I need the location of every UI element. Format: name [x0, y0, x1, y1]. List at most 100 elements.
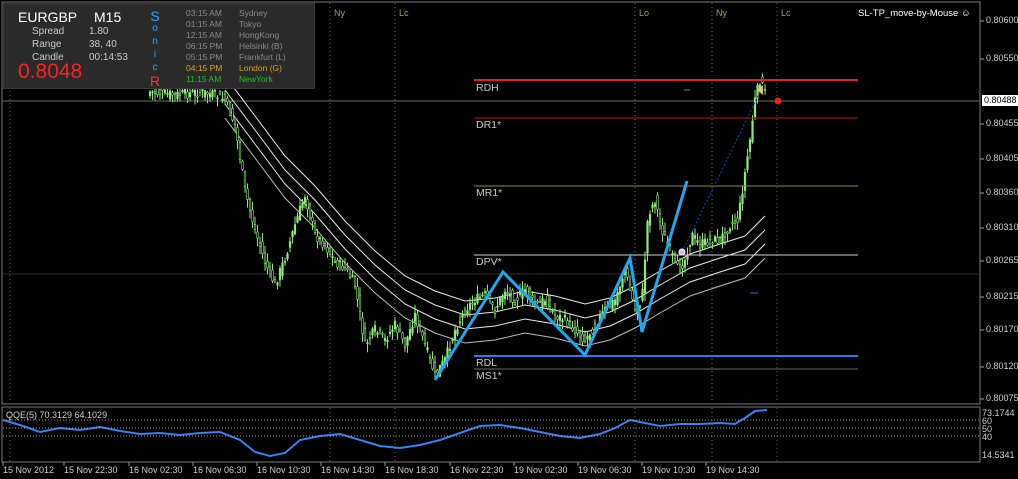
candle-body — [543, 301, 547, 306]
candle-body — [418, 325, 422, 328]
candle-body — [391, 329, 394, 333]
candle-body — [621, 278, 624, 288]
candle-body — [193, 90, 197, 96]
candle-body — [451, 339, 454, 341]
session-time: 01:15 AM — [186, 19, 222, 29]
range-label: Range — [32, 39, 62, 50]
candle-body — [211, 90, 214, 98]
candle-body — [706, 241, 709, 246]
candle-body — [563, 314, 567, 318]
price-tick-label: 0.80405 — [986, 153, 1018, 163]
candle-body — [398, 329, 402, 332]
candle-body — [708, 236, 712, 240]
candle-body — [701, 239, 704, 248]
time-tick-label: 16 Nov 18:30 — [385, 465, 439, 475]
price-tick-label: 0.80310 — [986, 222, 1018, 232]
candle-body — [276, 282, 279, 286]
candle-body — [348, 273, 352, 278]
time-tick-label: 19 Nov 06:30 — [578, 465, 632, 475]
candle-body — [743, 172, 747, 191]
cursor-marker — [678, 248, 686, 256]
zigzag-line — [433, 180, 689, 381]
qqe-label: QQE(5) 70.3129 64.1029 — [6, 410, 108, 420]
candle-body — [166, 92, 169, 95]
candle-body — [628, 283, 632, 291]
session-time: 03:15 AM — [186, 8, 222, 18]
candle-body — [253, 224, 257, 230]
candle-body — [416, 313, 419, 327]
candle-body — [703, 238, 707, 245]
candle-body — [206, 92, 209, 95]
candle-body — [371, 328, 374, 336]
candle-body — [503, 291, 507, 300]
candle-body — [651, 204, 654, 209]
candle-body — [363, 327, 367, 341]
candle-body — [751, 120, 754, 143]
timeframe-label: M15 — [94, 9, 122, 25]
candle-body — [401, 332, 404, 340]
candle-body — [168, 90, 172, 100]
candle-body — [273, 279, 277, 283]
candle-body — [681, 265, 684, 269]
candle-body — [201, 89, 204, 92]
candle-body — [338, 260, 342, 263]
candle-body — [383, 337, 387, 341]
candle-body — [271, 269, 274, 282]
candle-body — [186, 91, 189, 99]
candle-body — [378, 328, 382, 332]
candle-body — [728, 228, 732, 232]
candle-body — [456, 329, 459, 335]
session-time: 11:15 AM — [186, 74, 222, 84]
candle-body — [403, 337, 407, 348]
candle-body — [678, 263, 682, 272]
session-name: Tokyo — [239, 19, 262, 29]
candle-body — [648, 214, 652, 226]
candle-body — [536, 300, 539, 303]
candle-body — [653, 203, 657, 207]
candle-body — [466, 310, 469, 316]
candle-body — [323, 242, 327, 246]
sl-tp-marker — [774, 97, 782, 105]
candle-body — [718, 236, 722, 239]
candle-body — [153, 91, 157, 94]
candle-body — [176, 91, 179, 100]
candle-body — [476, 293, 479, 304]
time-tick-label: 16 Nov 06:30 — [193, 465, 247, 475]
candle-body — [386, 339, 389, 343]
info-panel: EURGBP M15 Spread 1.80 Range 38, 40 Cand… — [3, 3, 315, 89]
candle-body — [171, 92, 174, 96]
candle-body — [178, 93, 182, 96]
session-marker-lo: Lo — [639, 8, 650, 18]
session-marker-ny-2: Ny — [716, 8, 727, 18]
candle-body — [213, 89, 217, 92]
candle-body — [656, 194, 659, 210]
candle-body — [413, 312, 417, 322]
candle-body — [256, 231, 259, 239]
trend-dotted — [681, 91, 761, 253]
candle-body — [746, 156, 749, 170]
candle-body — [246, 188, 249, 200]
spread-value: 1.80 — [89, 26, 109, 37]
candle-body — [343, 262, 347, 268]
candle-body — [396, 326, 399, 334]
candle-body — [511, 289, 514, 303]
price-tick-label: 0.80215 — [986, 291, 1018, 301]
candle-body — [241, 161, 244, 170]
candle-body — [373, 325, 377, 332]
candle-body — [341, 265, 344, 270]
candle-body — [313, 223, 317, 234]
candle-body — [188, 92, 192, 98]
candle-body — [506, 292, 509, 294]
candle-body — [353, 276, 357, 287]
candle-body — [366, 342, 369, 345]
candle-body — [163, 89, 167, 94]
candle-body — [721, 233, 724, 244]
candle-body — [566, 320, 569, 327]
candle-body — [683, 260, 687, 268]
candle-body — [691, 232, 694, 245]
candle-body — [151, 91, 154, 94]
candle-body — [333, 261, 337, 263]
candle-body — [251, 209, 254, 222]
indicator-title[interactable]: SL-TP_move-by-Mouse ☺ — [858, 8, 971, 19]
candle-body — [278, 268, 282, 281]
